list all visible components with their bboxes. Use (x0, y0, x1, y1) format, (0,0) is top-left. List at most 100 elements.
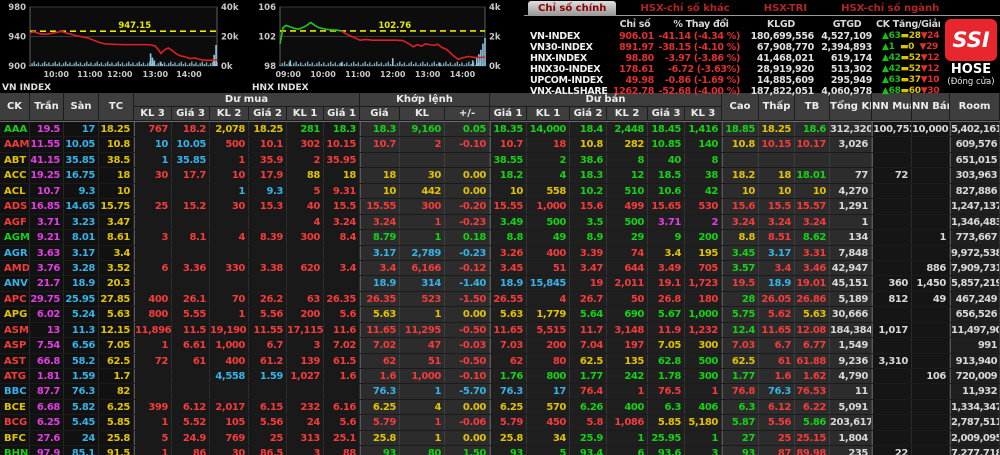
cell: 530 (685, 199, 722, 213)
ticker-AMD[interactable]: AMD (0, 261, 30, 275)
ticker-ATG[interactable]: ATG (0, 369, 30, 383)
ticker-BCG[interactable]: BCG (0, 415, 30, 429)
cell: 690 (607, 307, 648, 321)
cell: 1.76 (490, 369, 527, 383)
cell: 300 (685, 338, 722, 352)
cell: 105 (210, 415, 249, 429)
index-row-HNX30-INDEX[interactable]: HNX30-INDEX178.61-6.72 (-3.63%)28,919,92… (524, 64, 940, 75)
ticker-AAM[interactable]: AAM (0, 137, 30, 151)
index-header-row: Chỉ số% Thay đổiKLGDGTGDCK Tăng/Giảm (524, 18, 940, 31)
index-row-VN-INDEX[interactable]: VN-INDEX906.01-41.14 (-4.34 %)180,699,55… (524, 31, 940, 42)
ticker-BCE[interactable]: BCE (0, 400, 30, 414)
cell: 3.45 (722, 246, 759, 260)
tab-1[interactable]: HSX-chỉ số khác (630, 1, 739, 15)
cell: 7.54 (30, 338, 64, 352)
ticker-APC[interactable]: APC (0, 292, 30, 306)
board-row-AGR[interactable]: AGR3.633.173.43.172,789-0.233.264003.397… (0, 246, 1000, 261)
ticker-ADS[interactable]: ADS (0, 199, 30, 213)
vn-index-label: VN INDEX (2, 83, 51, 93)
cell: 25.95 (648, 431, 685, 445)
cell: 26.7 (570, 292, 607, 306)
board-row-APC[interactable]: APC29.7525.9527.8540026.17026.26326.3526… (0, 292, 1000, 307)
ticker-ACL[interactable]: ACL (0, 184, 30, 198)
cell: 19.5 (722, 276, 759, 290)
board-row-ATG[interactable]: ATG1.811.591.74,5581.591,0271.61.61,000-… (0, 369, 1000, 384)
board-row-AAM[interactable]: AAM11.5510.0510.81010.0550010.130210.151… (0, 137, 1000, 152)
cell: 26.1 (172, 292, 210, 306)
ticker-BBC[interactable]: BBC (0, 384, 30, 398)
up-count: ▲63 (882, 31, 901, 42)
board-row-BHN[interactable]: BHN97.985.191.51863086.538893801.5093593… (0, 446, 1000, 455)
ticker-BHN[interactable]: BHN (0, 446, 30, 455)
svg-text:0k: 0k (489, 62, 501, 72)
cell: 4 (400, 400, 445, 414)
ticker-AGF[interactable]: AGF (0, 215, 30, 229)
svg-text:13:00: 13:00 (143, 70, 169, 79)
cell: 1,450 (912, 276, 950, 290)
cell: 10.15 (759, 137, 795, 151)
tab-0[interactable]: Chỉ số chính (528, 1, 616, 15)
index-row-HNX-INDEX[interactable]: HNX-INDEX98.80-3.97 (-3.86 %)41,468,0216… (524, 53, 940, 64)
tab-3[interactable]: HSX-chỉ số ngành (831, 1, 949, 15)
index-cell: -38.15 (-4.10 %) (658, 42, 744, 53)
cell: 3.17 (64, 246, 99, 260)
index-row-UPCOM-INDEX[interactable]: UPCOM-INDEX49.98-0.86 (-1.69 %)14,885,60… (524, 75, 940, 86)
cell: 17,115 (287, 323, 324, 337)
cell: 24.9 (172, 431, 210, 445)
cell: 11.9 (648, 323, 685, 337)
cell: 61 (172, 354, 210, 368)
board-row-ASP[interactable]: ASP7.546.567.0516.611,0006.737.027.0247-… (0, 338, 1000, 353)
cell: 4,790 (830, 369, 872, 383)
price-board: CKTrầnSànTCDư muaKhớp lệnhDư bánKL 3Giá … (0, 93, 1000, 455)
cell: 3.4 (648, 246, 685, 260)
index-cell: 295,949 (818, 75, 876, 86)
board-row-AAA[interactable]: AAA19.51718.2576718.22,07818.2528118.318… (0, 122, 1000, 137)
index-cell: -6.72 (-3.63%) (658, 64, 744, 75)
ticker-ACC[interactable]: ACC (0, 168, 30, 182)
board-row-AGF[interactable]: AGF3.713.233.4743.243.241-0.233.495003.5… (0, 215, 1000, 230)
tab-2[interactable]: HSX-TRI (754, 1, 817, 15)
ticker-ANV[interactable]: ANV (0, 276, 30, 290)
cell (210, 215, 249, 229)
ticker-APG[interactable]: APG (0, 307, 30, 321)
board-row-BFC[interactable]: BFC27.62425.8524.97692531325.125.810.002… (0, 431, 1000, 446)
index-row-VN30-INDEX[interactable]: VN30-INDEX891.97-38.15 (-4.10 %)67,908,7… (524, 42, 940, 53)
board-row-AGM[interactable]: AGM9.218.018.6138.148.393008.48.7910.188… (0, 230, 1000, 245)
index-row-VNX-ALLSHARE[interactable]: VNX-ALLSHARE1262.78-52.68 (-4.00 %)187,8… (524, 86, 940, 97)
cell: 40 (648, 153, 685, 167)
board-row-AST[interactable]: AST66.858.262.5726140061.213961.56251-0.… (0, 354, 1000, 369)
cell (872, 199, 912, 213)
cell: 1.78 (648, 369, 685, 383)
ticker-AGM[interactable]: AGM (0, 230, 30, 244)
cell: 360 (872, 276, 912, 290)
ticker-AST[interactable]: AST (0, 354, 30, 368)
cell: 6,166 (400, 261, 445, 275)
ticker-ASP[interactable]: ASP (0, 338, 30, 352)
ticker-AAA[interactable]: AAA (0, 122, 30, 136)
board-row-BCE[interactable]: BCE6.685.826.253996.122,0176.152326.166.… (0, 400, 1000, 415)
board-row-BBC[interactable]: BBC87.776.38276.31-5.7076.31776.4176.517… (0, 384, 1000, 399)
cell: 313 (287, 431, 324, 445)
ticker-BFC[interactable]: BFC (0, 431, 30, 445)
ticker-ABT[interactable]: ABT (0, 153, 30, 167)
cell: 6.26 (570, 400, 607, 414)
board-row-ASM[interactable]: ASM1311.312.1511,89611.519,19011.5517,11… (0, 323, 1000, 338)
board-row-ACC[interactable]: ACC19.2516.75183017.71017.9881818300.001… (0, 168, 1000, 183)
ticker-ASM[interactable]: ASM (0, 323, 30, 337)
cell: 86.5 (249, 446, 287, 455)
board-row-APG[interactable]: APG6.025.245.638005.5515.562005.65.6310.… (0, 307, 1000, 322)
index-summary-panel: Chỉ số chính HSX-chỉ số khác HSX-TRI HSX-ch… (518, 0, 1000, 93)
board-row-ANV[interactable]: ANV21.718.920.318.9314-1.4018.915,845192… (0, 276, 1000, 291)
index-cell: 1262.78 (612, 86, 658, 97)
cell: 9.31 (324, 184, 360, 198)
cell: 140 (685, 137, 722, 151)
board-row-BCG[interactable]: BCG6.255.455.8515.521055.56245.65.791-0.… (0, 415, 1000, 430)
board-row-ABT[interactable]: ABT41.1535.8538.5135.85135.9235.9538.552… (0, 153, 1000, 168)
ticker-AGR[interactable]: AGR (0, 246, 30, 260)
board-row-AMD[interactable]: AMD3.763.283.5263.363303.386203.43.46,16… (0, 261, 1000, 276)
board-row-ADS[interactable]: ADS16.8514.6515.752515.23015.34015.515.5… (0, 199, 1000, 214)
cell: 5.63 (99, 307, 134, 321)
cell: 2,787,511 (950, 415, 1000, 429)
cell: 4 (527, 168, 570, 182)
board-row-ACL[interactable]: ACL10.79.31019.359.31104420.001055810.25… (0, 184, 1000, 199)
